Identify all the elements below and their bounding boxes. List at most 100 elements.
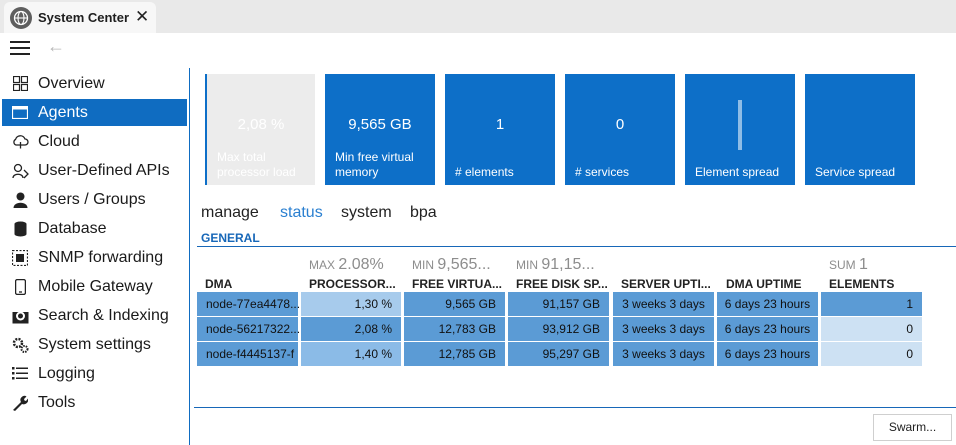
gear-icon	[11, 336, 29, 354]
window-title: System Center	[38, 10, 130, 25]
cell-server-uptime: 3 weeks 3 days	[613, 317, 714, 341]
tile-value: 9,565 GB	[348, 116, 412, 133]
sidebar-item-mobile-gateway[interactable]: Mobile Gateway	[2, 273, 187, 300]
column-header-dma-uptime[interactable]: DMA UPTIME	[726, 277, 802, 291]
sidebar-item-label: Users / Groups	[38, 190, 146, 208]
column-header-free-disk[interactable]: FREE DISK SP...	[516, 277, 608, 291]
tile-max-processor-load[interactable]: 2,08 % Max total processor load	[207, 74, 315, 185]
overview-icon	[11, 75, 29, 93]
snmp-icon	[11, 249, 29, 267]
sidebar-divider	[189, 68, 190, 445]
sidebar-item-label: Database	[38, 219, 107, 237]
sidebar-item-users-groups[interactable]: Users / Groups	[2, 186, 187, 213]
sidebar-item-user-defined-apis[interactable]: User-Defined APIs	[2, 157, 187, 184]
tile-caption: Min free virtual memory	[335, 150, 414, 179]
tile-caption: Max total processor load	[217, 150, 296, 179]
cell-dma-uptime: 6 days 23 hours	[717, 317, 818, 341]
cell-dma: node-77ea4478...	[197, 292, 300, 316]
agents-icon	[11, 104, 29, 122]
tile-caption: # elements	[455, 165, 514, 179]
column-header-server-uptime[interactable]: SERVER UPTI...	[621, 277, 711, 291]
sidebar-item-system-settings[interactable]: System settings	[2, 331, 187, 358]
column-header-free-virtual[interactable]: FREE VIRTUA...	[412, 277, 502, 291]
swarm-button[interactable]: Swarm...	[873, 414, 952, 441]
cell-elements: 0	[821, 342, 922, 366]
tile-value: 2,08 %	[237, 116, 285, 133]
search-icon	[11, 307, 29, 325]
sidebar-item-snmp-forwarding[interactable]: SNMP forwarding	[2, 244, 187, 271]
tile-elements[interactable]: 1 # elements	[445, 74, 555, 185]
sidebar-item-label: SNMP forwarding	[38, 248, 164, 266]
cell-elements: 0	[821, 317, 922, 341]
cell-dma-uptime: 6 days 23 hours	[717, 342, 818, 366]
sidebar-item-label: System settings	[38, 335, 151, 353]
sidebar-item-overview[interactable]: Overview	[2, 70, 187, 97]
cell-free-disk: 93,912 GB	[508, 317, 609, 341]
cell-free-virtual: 12,785 GB	[404, 342, 505, 366]
sidebar-item-label: Search & Indexing	[38, 306, 169, 324]
toolbar: ←	[0, 33, 956, 61]
column-header-processor[interactable]: PROCESSOR...	[309, 277, 396, 291]
column-header-dma[interactable]: DMA	[205, 277, 232, 291]
user-icon	[11, 191, 29, 209]
summary-processor: MAX 2.08%	[309, 256, 384, 273]
sidebar-item-label: Tools	[38, 393, 76, 411]
cell-free-disk: 91,157 GB	[508, 292, 609, 316]
tile-service-spread[interactable]: Service spread	[805, 74, 915, 185]
cell-free-disk: 95,297 GB	[508, 342, 609, 366]
api-icon	[11, 162, 29, 180]
sidebar-item-cloud[interactable]: Cloud	[2, 128, 187, 155]
title-bar: System Center ✕	[0, 0, 956, 33]
summary-free-virtual: MIN 9,565...	[412, 256, 491, 273]
back-arrow-icon[interactable]: ←	[47, 36, 65, 57]
column-header-elements[interactable]: ELEMENTS	[829, 277, 894, 291]
close-icon[interactable]: ✕	[135, 7, 149, 27]
sidebar-item-label: Agents	[38, 103, 88, 121]
cell-dma: node-f4445137-f	[197, 342, 298, 366]
tab-system[interactable]: system	[341, 204, 392, 222]
hamburger-menu-icon[interactable]	[10, 41, 30, 55]
cell-processor: 1,40 %	[301, 342, 401, 366]
sidebar-item-label: Overview	[38, 74, 105, 92]
cloud-icon	[11, 133, 29, 151]
cell-processor: 1,30 %	[301, 292, 401, 316]
sidebar-item-tools[interactable]: Tools	[2, 389, 187, 416]
tab-bpa[interactable]: bpa	[410, 204, 437, 222]
section-divider	[197, 246, 956, 247]
database-icon	[11, 220, 29, 238]
summary-free-disk: MIN 91,15...	[516, 256, 595, 273]
sidebar-item-label: Cloud	[38, 132, 80, 150]
sidebar-item-search-indexing[interactable]: Search & Indexing	[2, 302, 187, 329]
list-icon	[11, 365, 29, 383]
sidebar-item-database[interactable]: Database	[2, 215, 187, 242]
globe-icon	[10, 7, 32, 29]
cell-dma-uptime: 6 days 23 hours	[717, 292, 818, 316]
tile-value: 1	[495, 116, 505, 133]
wrench-icon	[11, 394, 29, 412]
table-footer-divider	[194, 407, 956, 408]
sidebar-item-label: Mobile Gateway	[38, 277, 153, 295]
cell-free-virtual: 12,783 GB	[404, 317, 505, 341]
mobile-icon	[11, 278, 29, 296]
window-tab[interactable]: System Center ✕	[4, 2, 156, 33]
cell-processor: 2,08 %	[301, 317, 401, 341]
tile-caption: Element spread	[695, 165, 780, 179]
sidebar-item-logging[interactable]: Logging	[2, 360, 187, 387]
sidebar-item-label: User-Defined APIs	[38, 161, 170, 179]
spread-bar	[738, 100, 742, 150]
cell-free-virtual: 9,565 GB	[404, 292, 505, 316]
tile-element-spread[interactable]: Element spread	[685, 74, 795, 185]
cell-dma: node-56217322...	[197, 317, 300, 341]
tab-status[interactable]: status	[280, 204, 323, 222]
sidebar: Overview Agents Cloud User-Defined APIs …	[0, 68, 188, 445]
tile-services[interactable]: 0 # services	[565, 74, 675, 185]
tile-caption: Service spread	[815, 165, 896, 179]
tile-value: 0	[615, 116, 625, 133]
sidebar-item-agents[interactable]: Agents	[2, 99, 187, 126]
tile-caption: # services	[575, 165, 630, 179]
summary-elements: SUM 1	[829, 256, 868, 273]
cell-server-uptime: 3 weeks 3 days	[613, 292, 714, 316]
tile-min-free-virtual-memory[interactable]: 9,565 GB Min free virtual memory	[325, 74, 435, 185]
tab-manage[interactable]: manage	[201, 204, 259, 222]
section-title: GENERAL	[201, 231, 260, 245]
